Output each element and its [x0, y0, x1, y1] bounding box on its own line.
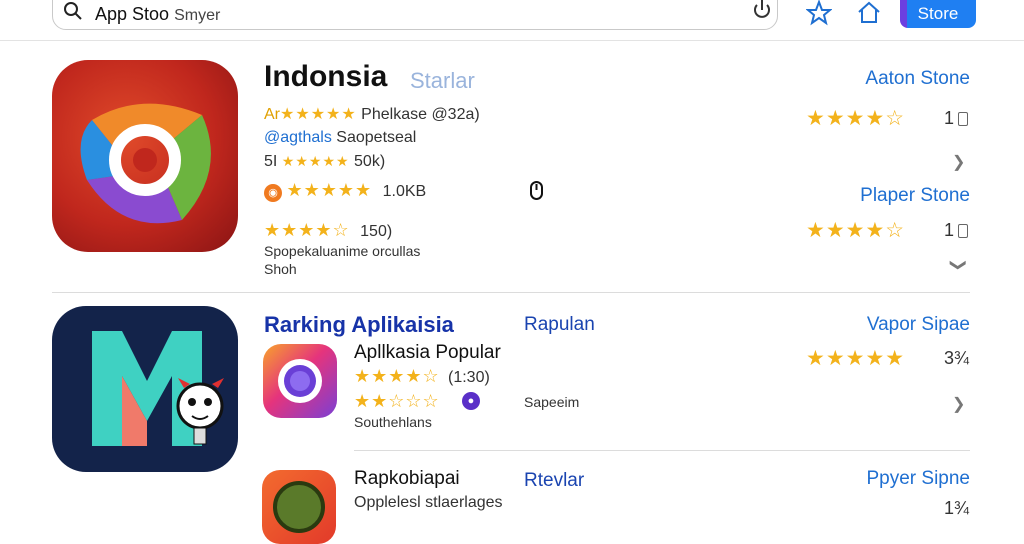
chevron-right-icon[interactable]: ❯ [952, 152, 965, 172]
home-icon[interactable] [856, 0, 882, 26]
section1-subtitle[interactable]: Starlar [410, 68, 475, 94]
store-link-2[interactable]: Plaper Stone [860, 185, 970, 207]
row-divider [354, 450, 970, 451]
rating-count: 1 [944, 108, 955, 128]
row-text: 1.0KB [382, 183, 427, 200]
store-link-1[interactable]: Aaton Stone [865, 68, 970, 90]
list-item: 5I ★★★★★ 50k) [264, 153, 385, 171]
app-icon-ranking[interactable] [52, 306, 238, 472]
list-item: ★★★★☆ 150) [264, 220, 392, 241]
rating-stars: ★★★★☆ [354, 366, 440, 386]
section3-title[interactable]: Rapkobiapai [354, 468, 460, 490]
rating-stars: ★★★★☆ [806, 219, 906, 242]
store-button[interactable]: Store [900, 0, 976, 28]
section3-subtitle[interactable]: Rtevlar [524, 470, 584, 492]
refresh-mic-icon[interactable] [753, 0, 771, 19]
chevron-down-icon[interactable]: ❯ [949, 258, 969, 271]
app-description: Spopekaluanime orcullas [264, 243, 421, 259]
mouse-cursor-icon [530, 181, 543, 200]
row-text: 150) [360, 223, 393, 240]
app-description: Southehlans [354, 414, 432, 430]
search-query-text: App Stoo [95, 4, 170, 24]
store-link-3[interactable]: Vapor Sipae [867, 314, 970, 336]
rating-count: 1¾ [944, 498, 970, 518]
rating-stars: ★★★★★ [280, 106, 357, 123]
section1-title: Indonsia [264, 60, 388, 93]
search-input[interactable]: App Stoo Smyer [52, 0, 778, 30]
rating-stars: ★★★★☆ [806, 107, 906, 130]
search-query: App Stoo Smyer [95, 4, 220, 25]
list-item: ◉ ★★★★★ 1.0KB [264, 180, 426, 202]
row-prefix: Ar [264, 106, 280, 123]
rating-stars: ★★★★☆ [264, 220, 350, 240]
favorite-star-icon[interactable] [806, 0, 832, 26]
rating-stars: ★★★★★ [806, 347, 906, 370]
list-item: Ar★★★★★ Phelkase @32a) [264, 104, 480, 124]
camera-icon [278, 359, 322, 403]
row-text: Phelkase @32a) [361, 106, 480, 123]
section-divider [52, 292, 970, 293]
rating-count: 3¾ [944, 348, 970, 368]
search-icon [64, 2, 82, 20]
rating-count: (1:30) [448, 369, 490, 386]
section2-title[interactable]: Rarking Aplikaisia [264, 312, 454, 338]
app-icon-camera[interactable] [263, 344, 337, 418]
app-description: Opplelesl stlaerlages [354, 494, 503, 511]
search-hint: Smyer [174, 7, 221, 24]
rating-stars-2: ★★☆☆☆ [354, 391, 440, 411]
section2-subtitle[interactable]: Rapulan [524, 314, 595, 336]
app-category: Sapeeim [524, 394, 580, 410]
document-icon [958, 112, 968, 126]
app-icon-rapkobiapai[interactable] [262, 470, 336, 544]
app-description-2: Shoh [264, 261, 297, 277]
camera-badge-icon: ◉ [264, 184, 282, 202]
list-item: @agthals Saopetseal [264, 129, 416, 147]
rating-stars: ★★★★★ [286, 180, 373, 200]
rating-count: 1 [944, 220, 955, 240]
app-icon-indonsia[interactable] [52, 60, 238, 252]
row-prefix: 5I [264, 153, 278, 170]
row-prefix[interactable]: @agthals [264, 129, 332, 146]
app-name[interactable]: Apllkasia Popular [354, 342, 501, 364]
document-icon [958, 224, 968, 238]
chevron-right-icon[interactable]: ❯ [952, 394, 965, 414]
game-logo-icon [273, 481, 325, 533]
m-logo-icon [92, 331, 224, 446]
swirl-logo-icon [80, 103, 211, 224]
rating-stars: ★★★★★ [281, 153, 350, 169]
row-text: Saopetseal [336, 129, 417, 146]
store-link-4[interactable]: Ppyer Sipne [866, 468, 970, 490]
category-icon: ● [462, 392, 480, 410]
row-text: 50k) [354, 153, 386, 170]
